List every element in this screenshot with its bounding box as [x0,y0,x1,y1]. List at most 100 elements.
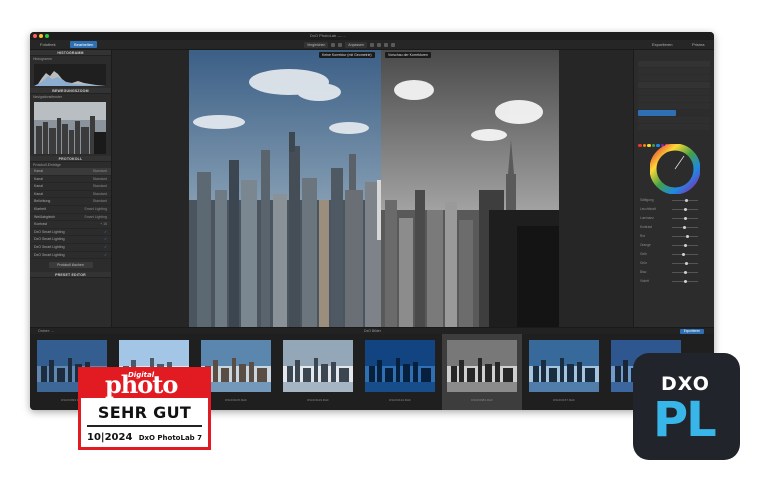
adjust-slider[interactable] [672,216,698,220]
slider-knob[interactable] [682,252,686,256]
adjust-slider[interactable] [672,270,698,274]
protocol-item-value: Standard [92,199,107,204]
logo-pl-text: PL [653,392,717,448]
filmstrip-thumb[interactable]: DSCF0134.RAF [360,334,440,410]
protocol-item[interactable]: Kanal Standard [30,168,111,176]
slider-knob[interactable] [683,207,687,211]
protocol-item-label: Kanal [34,184,43,189]
filmstrip-thumb[interactable]: DSCF0084.RAF [442,334,522,410]
slider-label: Rot [640,234,645,238]
panel-row [638,89,710,95]
adjust-slider[interactable] [672,261,698,265]
slider-knob[interactable] [684,216,688,220]
thumb-caption: DSCF0157.RAF [553,398,575,402]
slider-label: Luminanz [640,216,654,220]
panel-row [638,75,710,81]
fit-button[interactable]: Anpassen [345,41,367,48]
color-swatch[interactable] [638,143,642,147]
protocol-item[interactable]: Belichtung Standard [30,198,111,206]
adjust-slider[interactable] [672,198,698,202]
slider-knob[interactable] [684,279,688,283]
protocol-item-value: Standard [92,176,107,181]
panel-tabs[interactable] [638,61,710,67]
app-window: DxO PhotoLab — ... Fotothek Bearbeiten V… [30,32,714,410]
thumb-image [447,340,517,392]
filmstrip-thumb[interactable]: DSCF0129.RAF [278,334,358,410]
mode-toggle[interactable] [638,110,676,116]
award-rating: SEHR GUT [97,403,192,422]
slider-label: Violett [640,279,649,283]
protocol-item[interactable]: Kanal Standard [30,176,111,184]
protocol-item[interactable]: DxO Smart Lighting ✓ [30,236,111,244]
adjust-slider[interactable] [672,252,698,256]
thumb-caption: DSCF0129.RAF [307,398,329,402]
award-issue: 10|2024 [87,432,133,443]
before-label: Keine Korrektur (mit Geometrie) [319,52,375,58]
protocol-item-value: ✓ [104,252,107,257]
left-panel: HISTOGRAMM Histogramm BEWEGUNGSZOOM Navi… [30,50,112,327]
image-viewer[interactable]: Keine Korrektur (mit Geometrie) Vorschau… [112,50,642,327]
tab-prisma[interactable]: Prisma [688,41,708,48]
slider-knob[interactable] [683,243,687,247]
crop-icon[interactable] [369,42,374,47]
protocol-item[interactable]: Weißabgleich Smart Lighting [30,214,111,222]
preset-editor-header[interactable]: PRESET EDITOR [30,272,111,279]
slider-knob[interactable] [684,198,688,202]
protocol-item-label: DxO Smart Lighting [34,244,65,249]
adjust-slider[interactable] [672,243,698,247]
tab-exportieren[interactable]: Exportieren [648,41,676,48]
slider-label: Sättigung [640,198,654,202]
minimize-window-button[interactable] [39,34,43,38]
filmstrip-thumb[interactable]: DSCF0157.RAF [524,334,604,410]
thumb-image [283,340,353,392]
protocol-item[interactable]: DxO Smart Lighting ✓ [30,244,111,252]
slider-knob[interactable] [684,261,688,265]
slider-knob[interactable] [683,270,687,274]
adjust-slider[interactable] [672,279,698,283]
protocol-item[interactable]: DxO Smart Lighting ✓ [30,229,111,237]
tab-fotothek[interactable]: Fotothek [36,41,60,48]
title-bar: DxO PhotoLab — ... [30,32,714,40]
protocol-item[interactable]: Kanal Standard [30,191,111,199]
tab-bearbeiten[interactable]: Bearbeiten [70,41,98,48]
panel-row[interactable] [638,82,710,88]
award-header: Digital photo [81,370,208,398]
slider-knob[interactable] [686,234,690,238]
slider-label: Blau [640,270,647,274]
close-window-button[interactable] [33,34,37,38]
protocol-item[interactable]: Klarheit Smart Lighting [30,206,111,214]
split-view-icon[interactable] [338,42,343,47]
slider-knob[interactable] [682,225,686,229]
protocol-item-label: Klarheit [34,206,46,211]
repair-icon[interactable] [383,42,388,47]
protocol-item-label: DxO Smart Lighting [34,229,65,234]
adjust-slider[interactable] [672,207,698,211]
navigator-thumbnail [34,102,106,154]
protocol-item-label: Kanal [34,169,43,173]
straighten-icon[interactable] [376,42,381,47]
local-adjust-icon[interactable] [390,42,395,47]
histogram-sub: Histogramm [33,57,52,61]
adjust-slider[interactable] [672,234,698,238]
protocol-item[interactable]: Kanal Standard [30,183,111,191]
protocol-item-label: Kontrast [34,222,48,227]
clear-protocol-button[interactable]: Protokoll löschen [48,262,93,269]
maximize-window-button[interactable] [45,34,49,38]
grid-icon[interactable] [331,42,336,47]
toolbar: Fotothek Bearbeiten Vergleichen Anpassen… [30,40,714,50]
color-swatches[interactable] [638,134,710,147]
protocol-item-value: ✓ [104,244,107,249]
compare-button[interactable]: Vergleichen [304,41,329,48]
protocol-item[interactable]: Kontrast + 15 [30,221,111,229]
main-photo[interactable]: Keine Korrektur (mit Geometrie) Vorschau… [189,50,559,327]
protocol-item[interactable]: DxO Smart Lighting ✓ [30,252,111,260]
color-wheel[interactable] [650,144,700,194]
slider-label: Orange [640,243,651,247]
protocol-item-value: Smart Lighting [84,214,107,219]
protocol-item-value: ✓ [104,237,107,242]
adjust-slider[interactable] [672,225,698,229]
color-swatch[interactable] [642,143,646,147]
slider-label: Leuchtkraft [640,207,656,211]
protocol-item-value: Standard [92,191,107,196]
navigator-preview[interactable] [34,102,106,154]
